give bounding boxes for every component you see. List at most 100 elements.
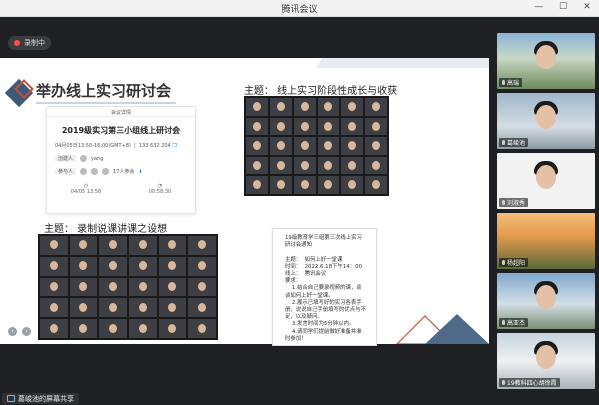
video-thumbnail — [246, 176, 268, 194]
thumbnail-face — [109, 282, 118, 292]
participant-face — [536, 165, 556, 189]
meeting-window: 腾讯会议 — ☐ ✕ 录制中 举办线上实习研讨会 会议详情 2019级实习第三小… — [0, 0, 599, 405]
close-icon[interactable]: ✕ — [581, 2, 593, 12]
thumbnail-face — [49, 302, 58, 312]
thumbnail-face — [109, 240, 118, 250]
notice-line: 1.结合自己要录视频的课，谈 — [285, 285, 362, 292]
thumbnail-face — [49, 282, 58, 292]
participant-name: 高亚杰 — [507, 320, 526, 327]
video-thumbnail — [128, 236, 157, 255]
thumbnail-face — [348, 160, 357, 170]
video-thumbnail — [269, 137, 292, 155]
video-thumbnail — [341, 117, 364, 136]
video-thumbnail — [69, 256, 98, 276]
thumbnail-face — [372, 101, 381, 111]
prev-slide-button[interactable]: ‹ — [8, 327, 17, 336]
video-thumbnail — [293, 137, 316, 155]
slide-title: 举办线上实习研讨会 — [36, 82, 172, 100]
thumbnail-face — [348, 101, 357, 111]
thumbnail-face — [372, 180, 381, 190]
video-grid-top — [244, 96, 389, 196]
screen-share-label: 葛峻池的屏幕共享 — [18, 394, 74, 403]
card-header: 会议详情 — [47, 107, 195, 117]
start-stat: ◷ 04/05 13:56 — [71, 183, 101, 195]
video-thumbnail — [269, 117, 292, 136]
mic-icon — [502, 260, 505, 265]
video-thumbnail — [246, 117, 268, 136]
thumbnail-face — [252, 180, 261, 190]
thumbnail-face — [300, 141, 309, 151]
video-thumbnail — [69, 236, 98, 255]
meeting-id: 133 632 204 — [138, 143, 171, 149]
thumbnail-face — [138, 323, 147, 333]
participant-tile[interactable]: 刘淑秀 — [497, 153, 595, 209]
thumbnail-face — [372, 141, 381, 151]
video-thumbnail — [40, 319, 68, 338]
thumbnail-face — [348, 121, 357, 131]
notice-line: 主题： 如何上好一堂课 — [285, 256, 343, 263]
participant-tile[interactable]: 高亚杰 — [497, 273, 595, 329]
participant-label: 葛峻池 — [499, 138, 529, 147]
video-thumbnail — [188, 298, 216, 318]
thumbnail-face — [138, 282, 147, 292]
video-thumbnail — [99, 298, 127, 318]
screen-share-indicator[interactable]: 葛峻池的屏幕共享 — [2, 393, 79, 404]
next-slide-button[interactable]: › — [22, 327, 31, 336]
mic-icon — [502, 320, 505, 325]
video-thumbnail — [188, 319, 216, 338]
copy-icon: ❐ — [172, 143, 177, 149]
minimize-icon[interactable]: — — [533, 2, 545, 12]
video-thumbnail — [99, 236, 127, 255]
video-thumbnail — [158, 298, 187, 318]
thumbnail-face — [49, 240, 58, 250]
mic-icon — [502, 200, 505, 205]
recording-indicator[interactable]: 录制中 — [8, 36, 51, 50]
thumbnail-face — [372, 160, 381, 170]
video-thumbnail — [365, 117, 387, 136]
thumbnail-face — [300, 160, 309, 170]
attendee-avatar — [80, 168, 88, 175]
participant-label: 高亚杰 — [499, 318, 529, 327]
video-thumbnail — [341, 156, 364, 175]
notice-card: 19级教育学三组第三次线上实习 研讨会通知 主题： 如何上好一堂课 时间： 2022… — [272, 228, 377, 346]
thumbnail-face — [138, 261, 147, 271]
thumbnail-face — [79, 302, 88, 312]
video-thumbnail — [69, 298, 98, 318]
video-thumbnail — [293, 156, 316, 175]
video-thumbnail — [69, 277, 98, 297]
thumbnail-face — [79, 282, 88, 292]
download-icon: ⬇ — [138, 168, 143, 175]
restore-icon[interactable]: ☐ — [557, 2, 569, 12]
video-thumbnail — [365, 137, 387, 155]
video-thumbnail — [365, 98, 387, 116]
thumbnail-face — [276, 180, 285, 190]
video-thumbnail — [317, 117, 340, 136]
screen-share-icon — [7, 395, 15, 402]
video-thumbnail — [269, 176, 292, 194]
participant-label: 刘淑秀 — [499, 198, 529, 207]
participant-face — [536, 105, 556, 129]
video-thumbnail — [40, 236, 68, 255]
notice-line: 谈如何上好一堂课。 — [285, 292, 334, 299]
video-thumbnail — [128, 256, 157, 276]
participant-face — [536, 45, 556, 69]
host-row: 创建人 yang — [55, 155, 195, 162]
participant-tile[interactable]: 高瑞 — [497, 33, 595, 89]
participant-name: 高瑞 — [507, 80, 520, 87]
notice-line: 2.展示已填写好的实习各表手 — [285, 299, 362, 306]
video-thumbnail — [158, 236, 187, 255]
participant-name: 19教科四心胡徐霞 — [507, 380, 557, 387]
participant-tile[interactable]: 19教科四心胡徐霞 — [497, 333, 595, 389]
participant-tile[interactable]: 杨超阳 — [497, 213, 595, 269]
thumbnail-face — [372, 121, 381, 131]
participant-face — [536, 285, 556, 309]
thumbnail-face — [168, 240, 177, 250]
participant-tile[interactable]: 葛峻池 — [497, 93, 595, 149]
video-thumbnail — [158, 319, 187, 338]
thumbnail-face — [138, 240, 147, 250]
title-bar: 腾讯会议 — ☐ ✕ — [0, 0, 599, 17]
video-thumbnail — [365, 176, 387, 194]
thumbnail-face — [109, 261, 118, 271]
meeting-time-row: 04月05日13:50-16:00(GMT+8) | 133 632 204 ❐ — [55, 143, 177, 149]
video-thumbnail — [188, 256, 216, 276]
